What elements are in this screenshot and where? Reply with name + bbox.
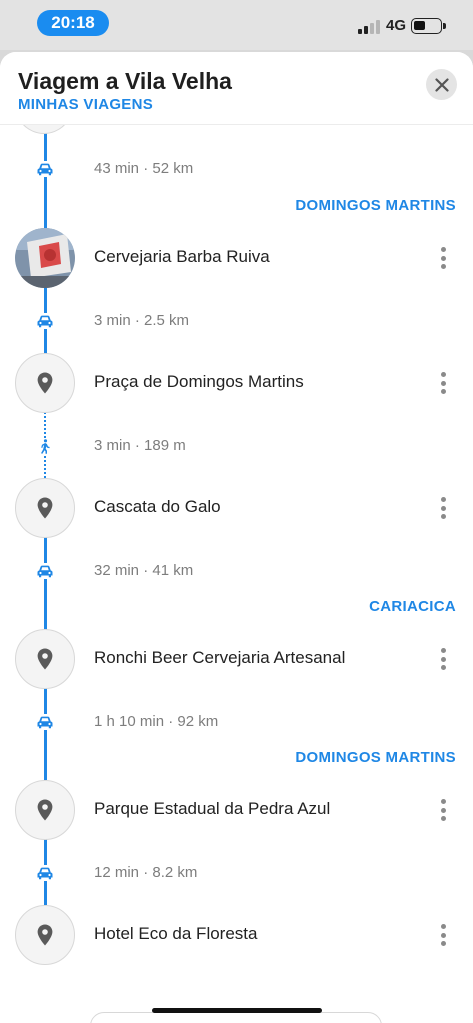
close-button[interactable] bbox=[426, 69, 457, 100]
leg-row: 32 min · 41 km bbox=[0, 559, 473, 583]
leg-duration-distance: 3 min · 2.5 km bbox=[94, 312, 190, 329]
stop-name: Praça de Domingos Martins bbox=[94, 372, 304, 391]
route-line bbox=[43, 688, 47, 780]
region-label: DOMINGOS MARTINS bbox=[295, 197, 456, 214]
my-trips-link[interactable]: MINHAS VIAGENS bbox=[18, 96, 153, 113]
region-label: DOMINGOS MARTINS bbox=[295, 749, 456, 766]
more-options-icon[interactable] bbox=[434, 645, 452, 673]
more-options-icon[interactable] bbox=[434, 494, 452, 522]
leg-duration-distance: 43 min · 52 km bbox=[94, 160, 194, 177]
stop-item[interactable]: Hotel Eco da Floresta bbox=[0, 905, 473, 965]
network-type: 4G bbox=[386, 17, 407, 34]
car-icon bbox=[36, 313, 54, 329]
sheet-header: Viagem a Vila Velha MINHAS VIAGENS bbox=[0, 52, 473, 125]
signal-strength-icon bbox=[358, 20, 380, 34]
status-time: 20:18 bbox=[37, 10, 109, 36]
region-label: CARIACICA bbox=[369, 598, 456, 615]
status-bar: 20:18 4G bbox=[0, 0, 473, 50]
close-icon bbox=[434, 77, 449, 92]
leg-duration-distance: 3 min · 189 m bbox=[94, 437, 186, 454]
car-icon bbox=[36, 714, 54, 730]
map-pin-icon bbox=[15, 478, 75, 538]
leg-row: 3 min · 189 m bbox=[0, 434, 473, 458]
leg-duration-distance: 1 h 10 min · 92 km bbox=[94, 713, 219, 730]
car-icon bbox=[36, 865, 54, 881]
stop-name: Parque Estadual da Pedra Azul bbox=[94, 799, 331, 818]
route-line bbox=[43, 132, 47, 230]
stop-item[interactable]: Cervejaria Barba Ruiva bbox=[0, 228, 473, 288]
more-options-icon[interactable] bbox=[434, 369, 452, 397]
stop-item[interactable]: Cascata do Galo bbox=[0, 478, 473, 538]
walk-icon bbox=[36, 438, 54, 454]
map-pin-icon bbox=[15, 353, 75, 413]
stop-item[interactable]: Ronchi Beer Cervejaria Artesanal bbox=[0, 629, 473, 689]
stop-photo bbox=[15, 228, 75, 288]
leg-row: 3 min · 2.5 km bbox=[0, 309, 473, 333]
trip-title: Viagem a Vila Velha bbox=[18, 68, 232, 94]
map-pin-icon bbox=[15, 629, 75, 689]
leg-row: 43 min · 52 km bbox=[0, 157, 473, 181]
leg-duration-distance: 32 min · 41 km bbox=[94, 562, 194, 579]
stop-item[interactable]: Parque Estadual da Pedra Azul bbox=[0, 780, 473, 840]
stop-name: Ronchi Beer Cervejaria Artesanal bbox=[94, 648, 346, 667]
battery-icon bbox=[411, 18, 446, 34]
leg-row: 1 h 10 min · 92 km bbox=[0, 710, 473, 734]
more-options-icon[interactable] bbox=[434, 244, 452, 272]
stop-name: Hotel Eco da Floresta bbox=[94, 924, 258, 943]
map-pin-icon bbox=[15, 905, 75, 965]
leg-row: 12 min · 8.2 km bbox=[0, 861, 473, 885]
more-options-icon[interactable] bbox=[434, 921, 452, 949]
more-options-icon[interactable] bbox=[434, 796, 452, 824]
trip-sheet: 43 min · 52 km DOMINGOS MARTINS Cervejar… bbox=[0, 52, 473, 1023]
route-line bbox=[43, 537, 47, 630]
stop-name: Cascata do Galo bbox=[94, 497, 221, 516]
map-pin-icon bbox=[15, 780, 75, 840]
stop-item[interactable]: Praça de Domingos Martins bbox=[0, 353, 473, 413]
stop-name: Cervejaria Barba Ruiva bbox=[94, 247, 270, 266]
bottom-card[interactable] bbox=[90, 1012, 382, 1023]
leg-duration-distance: 12 min · 8.2 km bbox=[94, 864, 198, 881]
car-icon bbox=[36, 161, 54, 177]
home-indicator[interactable] bbox=[152, 1008, 322, 1013]
car-icon bbox=[36, 563, 54, 579]
